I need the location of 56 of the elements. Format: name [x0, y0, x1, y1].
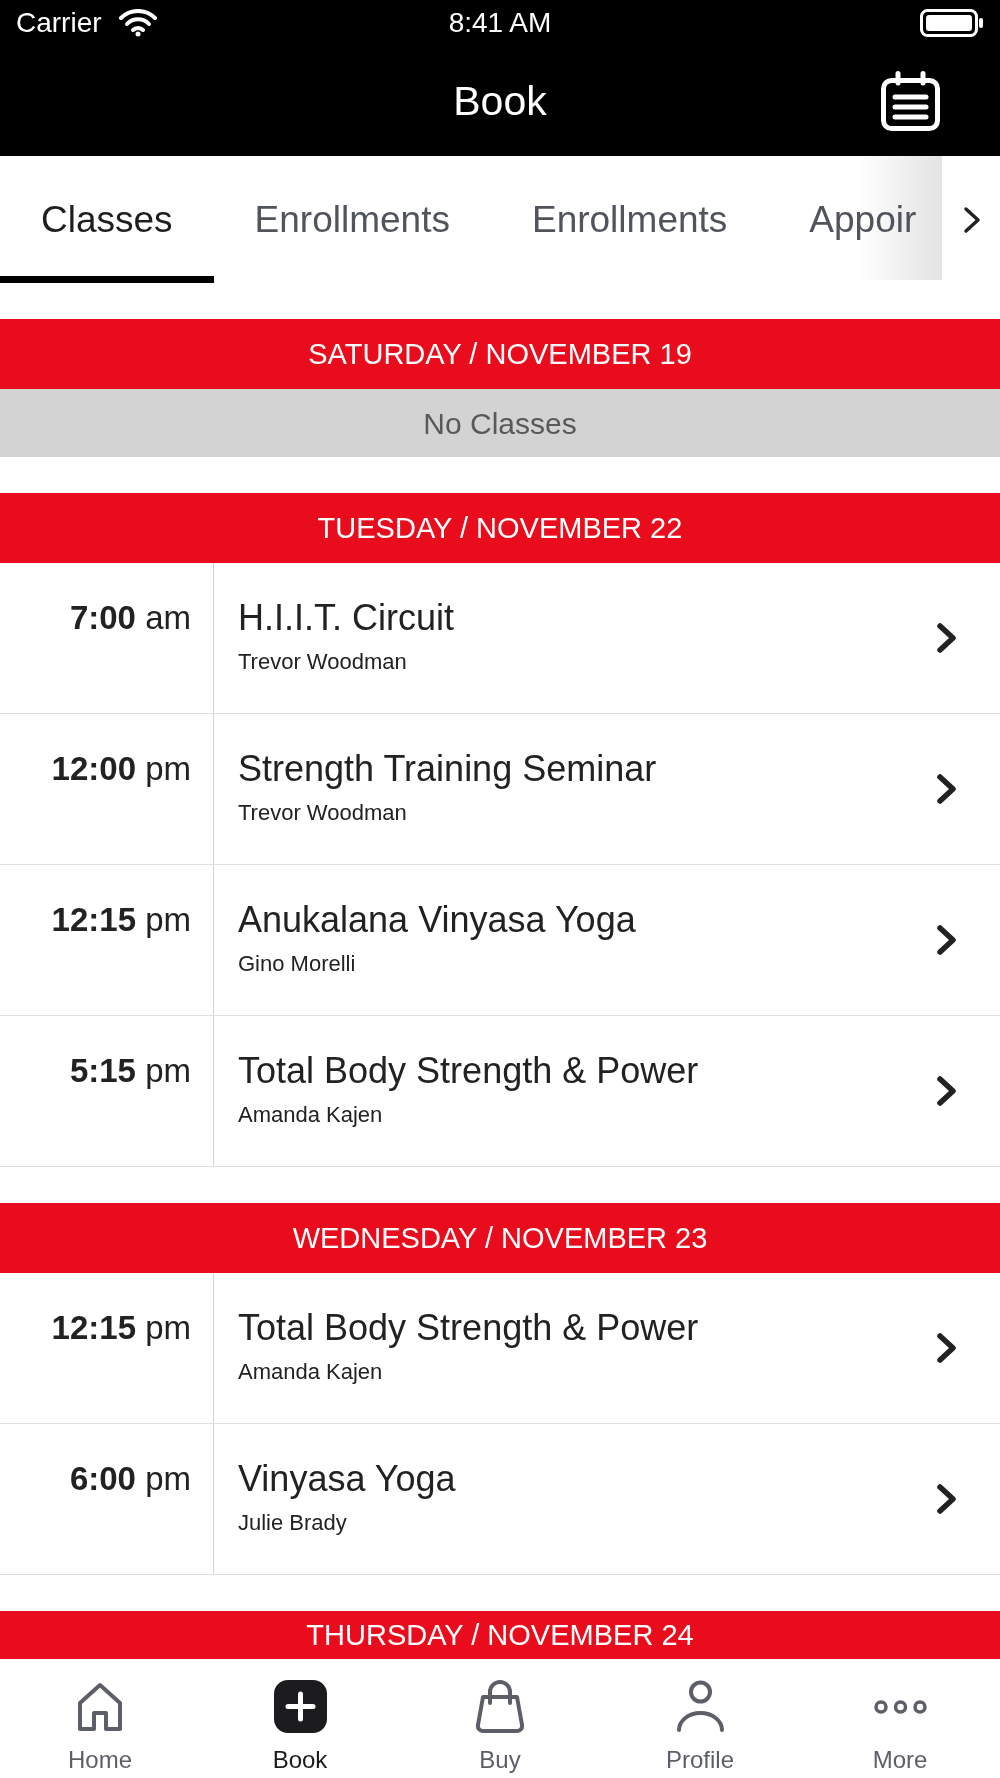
bottom-tab[interactable]: Book	[200, 1659, 400, 1778]
bottom-tab[interactable]: Home	[0, 1659, 200, 1778]
instructor-name: Trevor Woodman	[238, 800, 407, 826]
chevron-right-icon	[936, 622, 958, 654]
instructor-name: Amanda Kajen	[238, 1102, 383, 1128]
class-row[interactable]: 12:00 pm Strength Training Seminar Trevor Woodman	[0, 714, 1000, 865]
class-time: 6:00 pm	[69, 1460, 191, 1498]
tab[interactable]: Classes	[0, 156, 214, 283]
instructor-name: Julie Brady	[238, 1510, 347, 1536]
shopping-bag-icon	[475, 1680, 525, 1733]
bottom-tab[interactable]: Buy	[400, 1659, 600, 1778]
wifi-icon	[117, 9, 158, 37]
class-row[interactable]: 7:00 am H.I.I.T. Circuit Trevor Woodman	[0, 563, 1000, 714]
chevron-right-icon[interactable]	[962, 205, 982, 234]
chevron-right-icon	[936, 1075, 958, 1107]
bottom-tab[interactable]: Profile	[600, 1659, 800, 1778]
class-time: 5:15 pm	[69, 1052, 191, 1090]
clock-time: 8:41 AM	[448, 7, 552, 39]
tab[interactable]: Enrollments	[213, 156, 491, 283]
empty-day-message: No Classes	[0, 389, 1000, 457]
screen-title: Book	[453, 77, 547, 125]
home-icon	[77, 1681, 123, 1732]
class-name: H.I.I.T. Circuit	[238, 597, 455, 639]
class-name: Strength Training Seminar	[238, 748, 657, 790]
class-name: Total Body Strength & Power	[238, 1307, 699, 1349]
chevron-right-icon	[936, 773, 958, 805]
day-header: TUESDAY / NOVEMBER 22	[0, 493, 1000, 563]
class-row[interactable]: 12:15 pm Anukalana Vinyasa Yoga Gino Morelli	[0, 865, 1000, 1016]
tab[interactable]: Appoir	[768, 156, 917, 283]
class-name: Total Body Strength & Power	[238, 1050, 699, 1092]
day-header: THURSDAY / NOVEMBER 24	[0, 1611, 1000, 1659]
class-row[interactable]: 5:15 pm Total Body Strength & Power Amanda Kajen	[0, 1016, 1000, 1167]
chevron-right-icon	[936, 1332, 958, 1364]
day-header: WEDNESDAY / NOVEMBER 23	[0, 1203, 1000, 1273]
class-name: Anukalana Vinyasa Yoga	[238, 899, 636, 941]
chevron-right-icon	[936, 924, 958, 956]
class-row[interactable]: 6:00 pm Vinyasa Yoga Julie Brady	[0, 1424, 1000, 1575]
battery-icon	[920, 9, 984, 37]
instructor-name: Gino Morelli	[238, 951, 356, 977]
class-time: 12:00 pm	[51, 750, 191, 788]
bottom-tab[interactable]: More	[800, 1659, 1000, 1778]
plus-icon	[273, 1680, 327, 1733]
day-header: SATURDAY / NOVEMBER 19	[0, 319, 1000, 389]
carrier-name: Carrier	[16, 7, 102, 39]
class-time: 7:00 am	[69, 599, 191, 637]
instructor-name: Trevor Woodman	[238, 649, 407, 675]
calendar-icon[interactable]	[881, 71, 940, 131]
more-icon	[873, 1699, 927, 1714]
chevron-right-icon	[936, 1483, 958, 1515]
class-name: Vinyasa Yoga	[238, 1458, 456, 1500]
class-time: 12:15 pm	[51, 1309, 191, 1347]
class-time: 12:15 pm	[51, 901, 191, 939]
person-icon	[675, 1680, 725, 1733]
class-row[interactable]: 12:15 pm Total Body Strength & Power Amanda Kajen	[0, 1273, 1000, 1424]
tab[interactable]: Enrollments	[490, 156, 769, 283]
instructor-name: Amanda Kajen	[238, 1359, 383, 1385]
